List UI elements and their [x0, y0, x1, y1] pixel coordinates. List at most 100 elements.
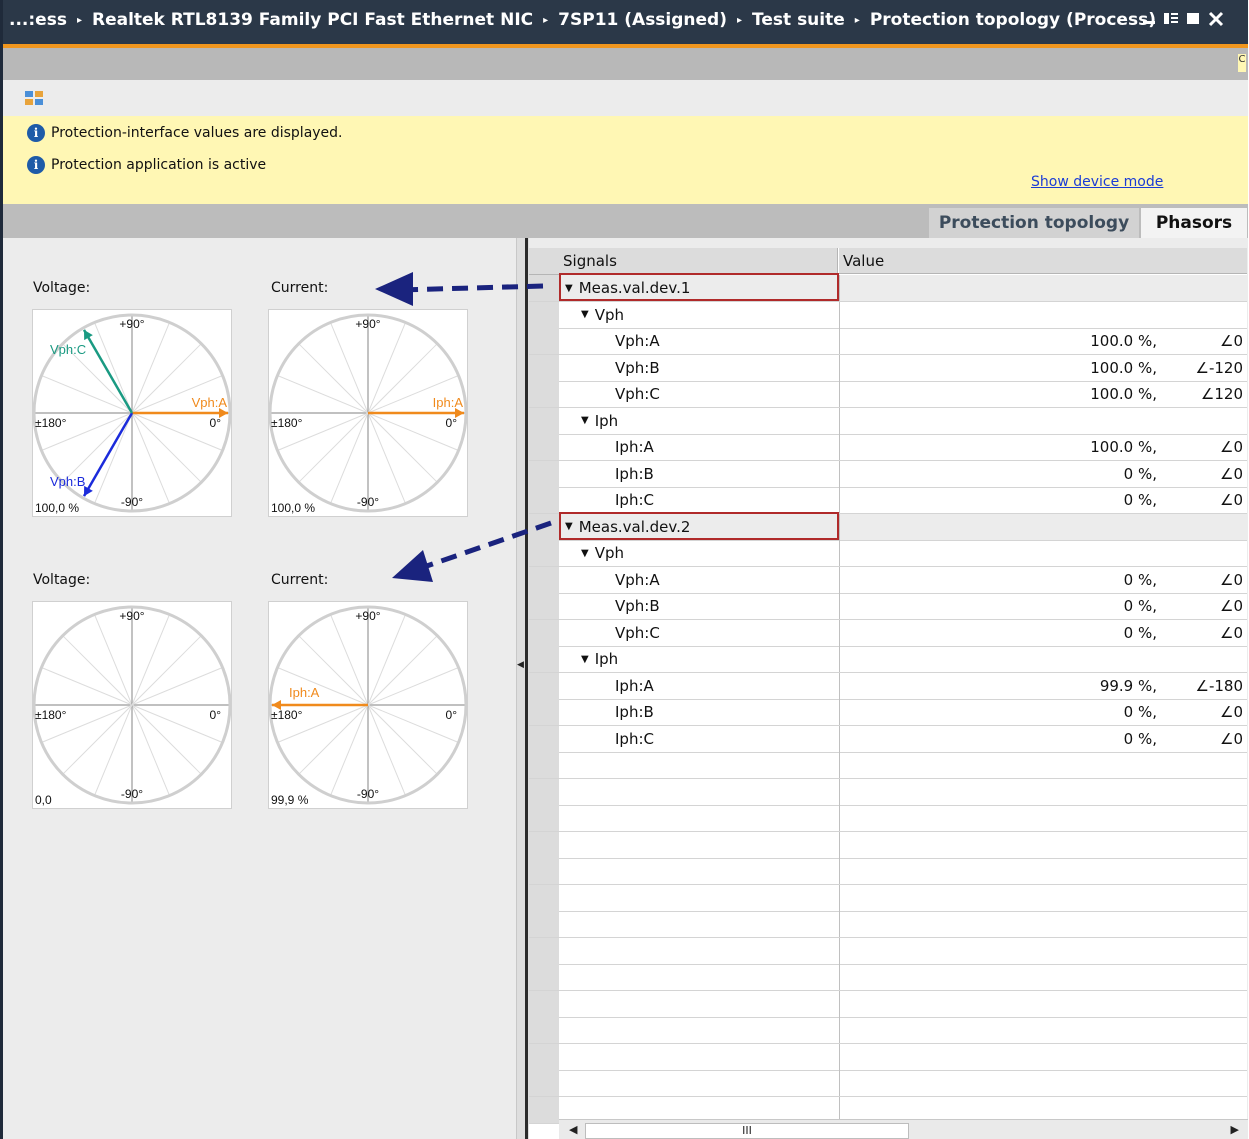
phasor-diagram-voltage-1: Vph:A Vph:B Vph:C +90° -90° ±180° 0° 100,0 %: [32, 309, 232, 517]
table-row[interactable]: Vph:A 100.0 %, ∠0: [529, 328, 1247, 355]
compare-icon[interactable]: [25, 90, 43, 105]
axis-label-left: ±180°: [35, 708, 67, 722]
column-divider: [839, 275, 840, 301]
horizontal-scrollbar[interactable]: ◀ III ▶: [559, 1119, 1248, 1139]
column-divider: [839, 725, 840, 752]
angle-cell: ∠0: [1220, 570, 1243, 589]
minimize-icon[interactable]: [1141, 10, 1157, 30]
column-header-signals[interactable]: Signals: [559, 248, 838, 274]
table-row[interactable]: Iph:A 100.0 %, ∠0: [529, 434, 1247, 461]
row-gutter: [529, 1070, 559, 1096]
signal-cell: Vph:A: [615, 567, 660, 593]
breadcrumb-item[interactable]: 7SP11 (Assigned): [558, 10, 727, 30]
column-divider: [839, 593, 840, 619]
scroll-thumb[interactable]: III: [585, 1123, 909, 1139]
signal-label: Iph:B: [615, 703, 654, 721]
table-row[interactable]: Iph:B 0 %, ∠0: [529, 460, 1247, 488]
row-gutter: [529, 460, 559, 487]
signal-cell: Vph:C: [615, 381, 660, 407]
signal-cell: Iph:C: [615, 726, 654, 752]
collapse-left-icon[interactable]: ◀: [517, 660, 524, 670]
expand-toggle-icon[interactable]: ▼: [581, 654, 589, 665]
table-subgroup-row[interactable]: ▼ Vph: [529, 301, 1247, 329]
empty-row: [529, 805, 1247, 832]
breadcrumb-separator-icon: ▸: [737, 14, 743, 26]
empty-row: [529, 964, 1247, 991]
breadcrumb-item[interactable]: Test suite: [752, 10, 845, 30]
voltage-label: Voltage:: [33, 572, 91, 588]
signal-cell: Vph:B: [615, 355, 660, 381]
signal-label: Vph: [594, 305, 624, 324]
column-divider: [839, 884, 840, 911]
column-header-value[interactable]: Value: [839, 248, 1247, 274]
column-divider: [839, 540, 840, 566]
table-subgroup-row[interactable]: ▼ Vph: [529, 540, 1247, 567]
column-divider: [839, 513, 840, 540]
table-subgroup-row[interactable]: ▼ Iph: [529, 407, 1247, 435]
angle-cell: ∠0: [1220, 332, 1243, 350]
signal-label: Iph:A: [615, 438, 654, 456]
toolbar-hint: C: [1238, 54, 1246, 72]
row-gutter: [529, 566, 559, 593]
table-row[interactable]: Iph:B 0 %, ∠0: [529, 699, 1247, 726]
show-device-mode-link[interactable]: Show device mode: [1031, 174, 1163, 190]
restore-icon[interactable]: [1163, 10, 1179, 30]
breadcrumb-item[interactable]: Protection topology (Process): [870, 10, 1156, 30]
breadcrumb-item[interactable]: Realtek RTL8139 Family PCI Fast Ethernet…: [92, 10, 533, 30]
angle-cell: ∠0: [1220, 729, 1243, 748]
row-gutter: [529, 778, 559, 805]
table-row[interactable]: Iph:A 99.9 %, ∠-180: [529, 672, 1247, 700]
breadcrumb-separator-icon: ▸: [854, 14, 860, 26]
axis-label-left: ±180°: [271, 416, 303, 430]
signal-label: Vph:A: [615, 332, 660, 350]
table-row[interactable]: Vph:C 0 %, ∠0: [529, 619, 1247, 647]
column-divider: [839, 1043, 840, 1070]
current-label: Current:: [271, 280, 329, 296]
row-gutter: [529, 1096, 559, 1123]
expand-toggle-icon[interactable]: ▼: [581, 548, 589, 559]
table-row[interactable]: Iph:C 0 %, ∠0: [529, 725, 1247, 753]
table-row[interactable]: Vph:A 0 %, ∠0: [529, 566, 1247, 594]
scroll-right-icon[interactable]: ▶: [1231, 1123, 1239, 1136]
signal-label: Vph:C: [615, 623, 660, 642]
axis-label-left: ±180°: [35, 416, 67, 430]
column-divider: [839, 619, 840, 646]
expand-toggle-icon[interactable]: ▼: [581, 415, 589, 426]
info-panel: i Protection-interface values are displa…: [3, 116, 1248, 204]
tab-protection-topology[interactable]: Protection topology: [929, 208, 1139, 238]
column-divider: [839, 1070, 840, 1096]
maximize-icon[interactable]: [1185, 10, 1201, 30]
tab-phasors[interactable]: Phasors: [1141, 208, 1247, 238]
axis-label-right: 0°: [210, 708, 222, 722]
table-header-gutter: [529, 248, 559, 275]
empty-row: [529, 1043, 1247, 1071]
row-gutter: [529, 699, 559, 725]
table-row[interactable]: Vph:C 100.0 %, ∠120: [529, 381, 1247, 408]
row-gutter: [529, 805, 559, 831]
axis-label-bottom: -90°: [121, 495, 143, 509]
row-gutter: [529, 407, 559, 434]
axis-label-bottom: -90°: [357, 787, 379, 801]
row-gutter: [529, 672, 559, 699]
table-row[interactable]: Vph:B 100.0 %, ∠-120: [529, 354, 1247, 382]
row-gutter: [529, 1043, 559, 1070]
info-icon: i: [27, 124, 45, 142]
table-subgroup-row[interactable]: ▼ Iph: [529, 646, 1247, 673]
scroll-left-icon[interactable]: ◀: [569, 1123, 577, 1136]
expand-toggle-icon[interactable]: ▼: [581, 309, 589, 320]
table-row[interactable]: Vph:B 0 %, ∠0: [529, 593, 1247, 620]
breadcrumb-item[interactable]: ...:ess: [9, 10, 67, 30]
column-divider: [839, 672, 840, 699]
axis-label-right: 0°: [446, 708, 458, 722]
angle-cell: ∠-180: [1195, 676, 1244, 695]
column-divider: [839, 778, 840, 805]
splitter-handle[interactable]: [525, 238, 528, 1139]
row-gutter: [529, 752, 559, 778]
signal-label: Vph:C: [615, 385, 660, 403]
axis-label-top: +90°: [119, 609, 144, 623]
close-icon[interactable]: [1207, 10, 1225, 32]
title-bar: ...:ess ▸ Realtek RTL8139 Family PCI Fast …: [3, 0, 1248, 44]
row-gutter: [529, 646, 559, 672]
row-gutter: [529, 1017, 559, 1043]
table-row[interactable]: Iph:C 0 %, ∠0: [529, 487, 1247, 514]
